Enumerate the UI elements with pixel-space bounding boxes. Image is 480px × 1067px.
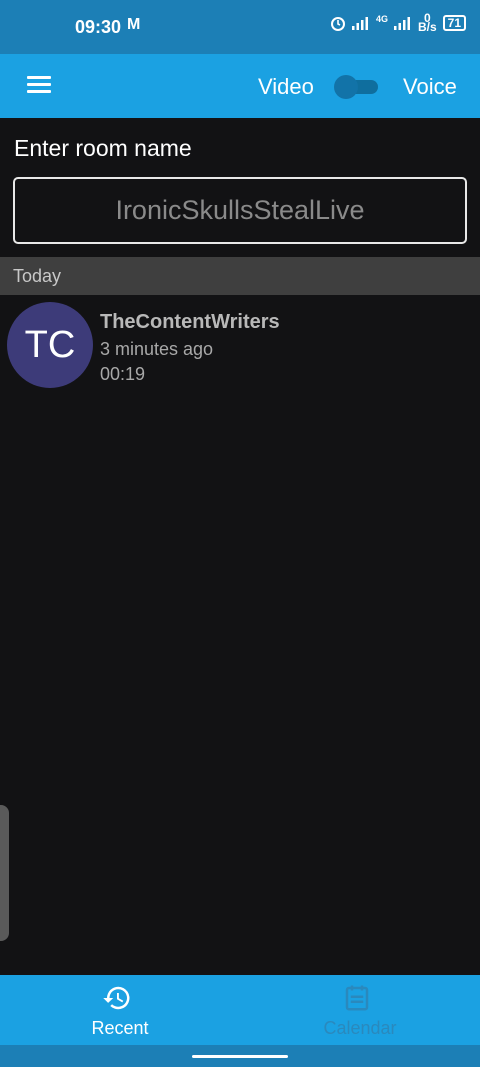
gmail-icon: M	[127, 16, 141, 33]
net-speed: 0 B/s	[417, 12, 437, 34]
tab-calendar-label: Calendar	[323, 1018, 397, 1038]
bottom-nav: Recent Calendar	[0, 975, 480, 1045]
status-time: 09:30	[75, 17, 122, 37]
tab-recent[interactable]: Recent	[0, 975, 240, 1045]
section-title: Today	[13, 266, 62, 286]
history-icon	[103, 986, 130, 1010]
item-time-ago: 3 minutes ago	[100, 339, 214, 359]
home-gesture-bar[interactable]	[192, 1055, 288, 1058]
list-item[interactable]: TC TheContentWriters 3 minutes ago 00:19	[0, 296, 480, 396]
avatar: TC	[7, 302, 93, 388]
video-voice-toggle[interactable]	[334, 75, 378, 99]
system-nav-area	[0, 1045, 480, 1067]
room-name-label: Enter room name	[14, 135, 192, 161]
status-icons: 4G 0 B/s 71	[330, 12, 466, 34]
net-speed-unit: B/s	[417, 20, 437, 34]
section-header-today: Today	[0, 257, 480, 295]
signal-icon-2	[393, 17, 410, 30]
voice-label: Voice	[403, 74, 457, 99]
item-duration: 00:19	[100, 364, 146, 384]
tab-recent-label: Recent	[91, 1018, 149, 1038]
edge-panel-handle[interactable]	[0, 805, 9, 941]
room-name-input[interactable]	[13, 177, 467, 244]
signal-icon	[351, 17, 368, 30]
battery-icon: 71	[442, 15, 466, 31]
app-bar: Video Voice	[0, 54, 480, 118]
calendar-icon	[345, 985, 369, 1011]
alarm-icon	[330, 17, 345, 31]
tab-calendar[interactable]: Calendar	[240, 975, 480, 1045]
item-name: TheContentWriters	[100, 311, 280, 333]
hamburger-icon[interactable]	[27, 76, 51, 96]
video-label: Video	[258, 74, 314, 99]
status-bar: 09:30 M 4G 0 B/s 71	[0, 0, 480, 54]
toggle-thumb	[334, 75, 358, 99]
network-type: 4G	[375, 14, 388, 24]
